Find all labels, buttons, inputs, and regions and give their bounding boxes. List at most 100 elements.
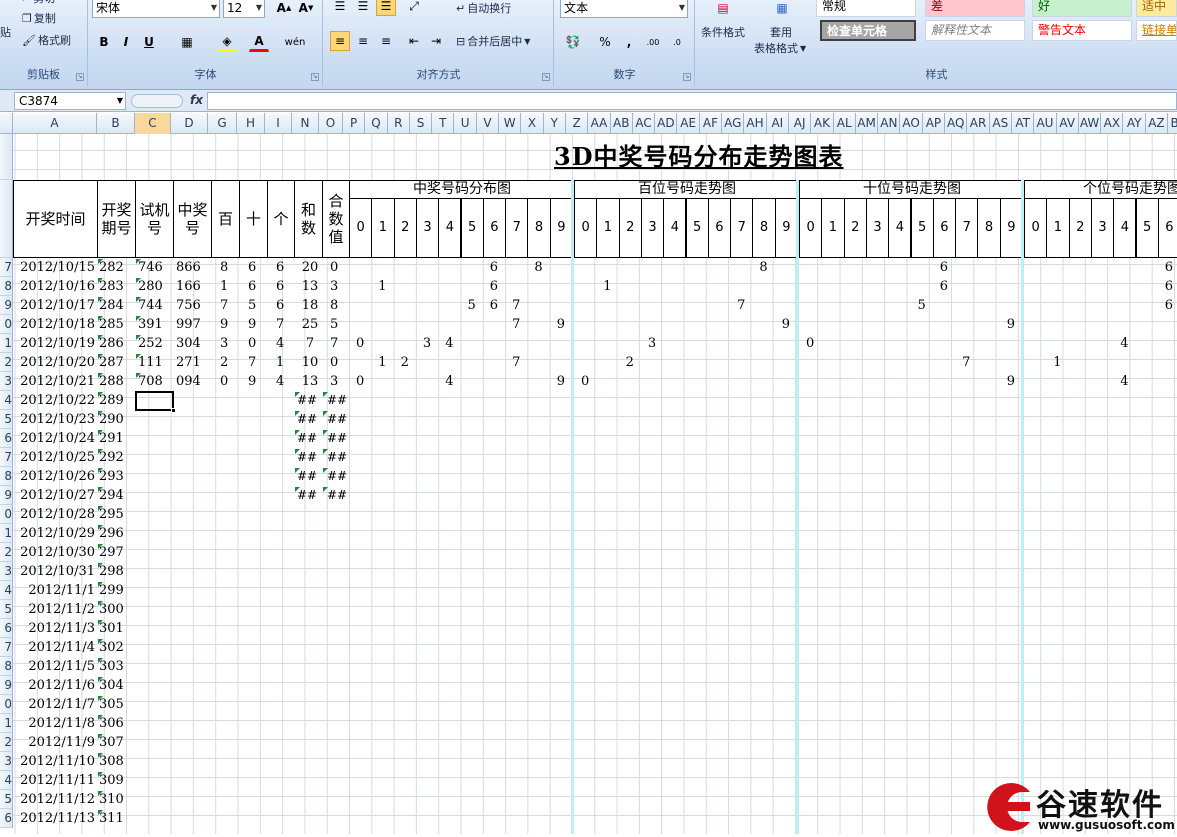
column-header-Y[interactable]: Y <box>544 113 566 134</box>
cell-date[interactable]: 2012/11/4 <box>13 638 97 657</box>
cell-shi[interactable]: 9 <box>248 372 256 391</box>
column-header-AW[interactable]: AW <box>1079 113 1102 134</box>
cell-trial[interactable]: 391 <box>138 315 163 334</box>
column-header-N[interactable]: N <box>292 113 319 134</box>
style-cell-1[interactable]: 差 <box>925 0 1025 17</box>
style-cell-4[interactable]: 检查单元格 <box>820 20 916 41</box>
cell-win[interactable]: 094 <box>176 372 201 391</box>
cell-sum[interactable]: 7 <box>299 334 321 353</box>
cell-date[interactable]: 2012/10/20 <box>13 353 97 372</box>
cell-trial[interactable]: 746 <box>138 258 163 277</box>
cell-sum[interactable]: 20 <box>299 258 321 277</box>
phonetic-icon[interactable]: wén <box>285 32 306 52</box>
decrease-decimal-icon[interactable]: .0 <box>667 32 687 52</box>
cell-bai[interactable]: 3 <box>220 334 228 353</box>
cell-win[interactable]: 756 <box>176 296 201 315</box>
cell-ge[interactable]: 1 <box>276 353 284 372</box>
cell-shi[interactable]: 6 <box>248 258 256 277</box>
cell-shi[interactable]: 6 <box>248 277 256 296</box>
cell-hes[interactable]: ## <box>327 448 347 467</box>
cell-date[interactable]: 2012/10/31 <box>13 562 97 581</box>
style-cell-6[interactable]: 警告文本 <box>1032 20 1132 41</box>
cell-win[interactable]: 304 <box>176 334 201 353</box>
column-header-P[interactable]: P <box>343 113 366 134</box>
cell-bai[interactable]: 0 <box>220 372 228 391</box>
column-header-AZ[interactable]: AZ <box>1146 113 1169 134</box>
row-header[interactable]: 7 <box>0 448 13 467</box>
column-header-AC[interactable]: AC <box>633 113 656 134</box>
cell-hes[interactable]: 5 <box>330 315 338 334</box>
column-header-H[interactable]: H <box>237 113 265 134</box>
cell-date[interactable]: 2012/11/13 <box>13 809 97 828</box>
column-header-AS[interactable]: AS <box>990 113 1012 134</box>
cell-sum[interactable]: ## <box>297 486 317 505</box>
font-name-select[interactable]: 宋体 ▼ <box>92 0 220 18</box>
cell-sum[interactable]: 10 <box>299 353 321 372</box>
column-header-AR[interactable]: AR <box>967 113 990 134</box>
column-header-B[interactable]: B <box>97 113 135 134</box>
column-header-AV[interactable]: AV <box>1057 113 1079 134</box>
column-header-AD[interactable]: AD <box>655 113 678 134</box>
style-cell-5[interactable]: 解释性文本 <box>925 20 1025 41</box>
row-header[interactable]: 1 <box>0 524 13 543</box>
column-header-G[interactable]: G <box>208 113 237 134</box>
font-color-icon[interactable]: A <box>249 32 269 52</box>
column-header-BA[interactable]: BA <box>1168 113 1177 134</box>
row-header[interactable]: 2 <box>0 353 13 372</box>
number-format-select[interactable]: 文本 ▼ <box>560 0 688 18</box>
row-header[interactable]: 8 <box>0 277 13 296</box>
column-header-X[interactable]: X <box>521 113 544 134</box>
orientation-icon[interactable]: ⤢ <box>404 0 424 16</box>
comma-icon[interactable]: , <box>619 32 639 52</box>
cell-shi[interactable]: 7 <box>248 353 256 372</box>
row-header[interactable]: 5 <box>0 600 13 619</box>
row-header[interactable]: 7 <box>0 258 13 277</box>
cell-sum[interactable]: 25 <box>299 315 321 334</box>
column-header-AU[interactable]: AU <box>1034 113 1057 134</box>
column-header-U[interactable]: U <box>455 113 477 134</box>
underline-icon[interactable]: U <box>139 32 159 52</box>
cell-date[interactable]: 2012/11/3 <box>13 619 97 638</box>
merge-center-button[interactable]: ⊟ 合并后居中 ▼ <box>456 31 530 51</box>
decrease-indent-icon[interactable]: ⇤ <box>404 31 424 51</box>
column-header-AM[interactable]: AM <box>856 113 879 134</box>
cell-shi[interactable]: 9 <box>248 315 256 334</box>
cell-date[interactable]: 2012/11/12 <box>13 790 97 809</box>
cell-ge[interactable]: 6 <box>276 258 284 277</box>
cell-hes[interactable]: ## <box>327 410 347 429</box>
cell-date[interactable]: 2012/10/15 <box>13 258 97 277</box>
cell-date[interactable]: 2012/11/7 <box>13 695 97 714</box>
style-cell-7[interactable]: 链接单 <box>1136 20 1177 41</box>
row-header[interactable]: 6 <box>0 809 13 828</box>
column-header-AN[interactable]: AN <box>878 113 901 134</box>
column-header-Q[interactable]: Q <box>365 113 388 134</box>
cell-sum[interactable]: ## <box>297 467 317 486</box>
row-header[interactable]: 3 <box>0 562 13 581</box>
row-header[interactable]: 9 <box>0 296 13 315</box>
format-painter-button[interactable]: 🖌 格式刷 <box>22 30 71 50</box>
column-header-AO[interactable]: AO <box>901 113 923 134</box>
cell-date[interactable]: 2012/10/28 <box>13 505 97 524</box>
cell-bai[interactable]: 1 <box>220 277 228 296</box>
cell-ge[interactable]: 6 <box>276 296 284 315</box>
wrap-text-button[interactable]: ↵ 自动换行 <box>456 0 511 18</box>
cell-date[interactable]: 2012/10/22 <box>13 391 97 410</box>
column-header-AT[interactable]: AT <box>1012 113 1035 134</box>
cell-date[interactable]: 2012/11/1 <box>13 581 97 600</box>
conditional-format-button[interactable]: 条件格式 <box>701 22 745 42</box>
fill-color-icon[interactable]: ◈ <box>217 32 237 52</box>
cell-win[interactable]: 866 <box>176 258 201 277</box>
dialog-launcher-icon[interactable]: ↘ <box>76 73 84 81</box>
cell-date[interactable]: 2012/10/26 <box>13 467 97 486</box>
cell-hes[interactable]: ## <box>327 429 347 448</box>
row-header[interactable]: 5 <box>0 790 13 809</box>
column-header-AY[interactable]: AY <box>1124 113 1146 134</box>
column-header-AK[interactable]: AK <box>811 113 834 134</box>
align-right-icon[interactable]: ≡ <box>376 31 396 51</box>
dialog-launcher-icon[interactable]: ↘ <box>542 73 550 81</box>
row-header[interactable]: 0 <box>0 315 13 334</box>
column-header-I[interactable]: I <box>265 113 292 134</box>
cell-date[interactable]: 2012/10/25 <box>13 448 97 467</box>
cell-bai[interactable]: 8 <box>220 258 228 277</box>
cell-hes[interactable]: ## <box>327 391 347 410</box>
